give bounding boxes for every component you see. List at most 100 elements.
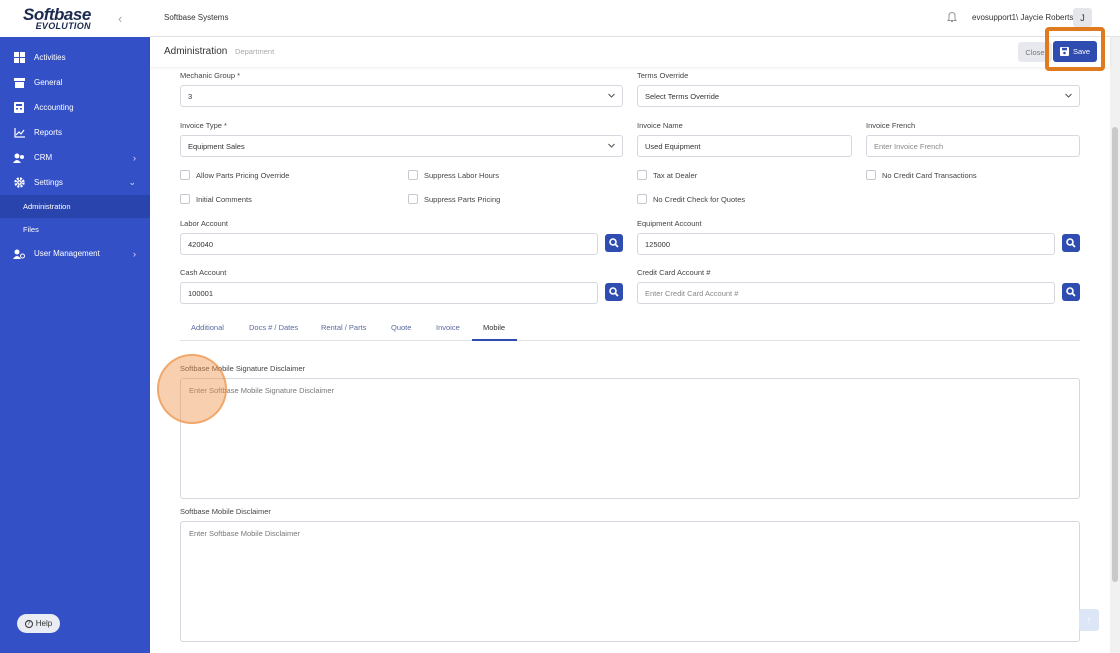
tab-invoice[interactable]: Invoice [436,323,460,332]
search-icon [609,238,619,248]
checkbox-label: Tax at Dealer [653,170,698,180]
help-label: Help [35,619,53,628]
checkbox-box[interactable] [637,194,647,204]
sidebar-item-label: CRM [34,153,53,162]
initial-comments-checkbox[interactable]: Initial Comments [180,194,252,204]
allow-parts-pricing-override-checkbox[interactable]: Allow Parts Pricing Override [180,170,289,180]
collapse-sidebar-icon[interactable]: ‹ [118,11,122,26]
form-content: Mechanic Group * 3 Terms Override Select… [150,67,1110,653]
checkbox-box[interactable] [637,170,647,180]
box-icon [13,77,25,89]
suppress-labor-hours-checkbox[interactable]: Suppress Labor Hours [408,170,499,180]
checkbox-box[interactable] [408,170,418,180]
credit-card-account-search-button[interactable] [1062,283,1080,301]
checkbox-box[interactable] [180,194,190,204]
page-title: Administration [164,46,228,57]
floppy-icon [1059,47,1069,56]
no-credit-check-for-quotes-checkbox[interactable]: No Credit Check for Quotes [637,194,745,204]
terms-override-select[interactable]: Select Terms Override [637,85,1080,107]
grid-icon [13,52,25,64]
mobile-disclaimer-label: Softbase Mobile Disclaimer [180,507,271,516]
invoice-name-input[interactable]: Used Equipment [637,135,852,157]
sidebar-item-administration[interactable]: Administration [0,195,150,218]
save-button[interactable]: Save [1053,41,1097,62]
checkbox-label: Initial Comments [196,194,252,204]
user-cog-icon [13,248,25,260]
chevron-down-icon [607,91,616,102]
checkbox-box[interactable] [180,170,190,180]
suppress-parts-pricing-checkbox[interactable]: Suppress Parts Pricing [408,194,500,204]
signature-disclaimer-textarea[interactable]: Enter Softbase Mobile Signature Disclaim… [180,378,1080,499]
terms-override-label: Terms Override [637,71,689,80]
logo-area: Softbase EVOLUTION ‹ [0,0,150,37]
no-credit-card-transactions-checkbox[interactable]: No Credit Card Transactions [866,170,977,180]
mechanic-group-value: 3 [188,91,193,101]
question-icon: ? [24,619,33,628]
chevron-down-icon: ⌄ [128,177,136,187]
checkbox-label: No Credit Check for Quotes [653,194,746,204]
credit-card-account-input[interactable]: Enter Credit Card Account # [637,282,1055,304]
chevron-right-icon: › [133,152,136,163]
sidebar-item-reports[interactable]: Reports [0,120,150,145]
tab-additional[interactable]: Additional [191,323,224,332]
avatar[interactable]: J [1073,8,1092,27]
save-label: Save [1072,47,1091,56]
invoice-type-value: Equipment Sales [188,141,245,151]
scrollbar-thumb[interactable] [1112,127,1118,582]
chart-icon [13,127,25,139]
user-name[interactable]: evosupport1\ Jaycie Roberts [972,13,1073,22]
sidebar-item-general[interactable]: General [0,70,150,95]
softbase-logo[interactable]: Softbase EVOLUTION [23,6,91,31]
checkbox-label: Allow Parts Pricing Override [196,170,290,180]
invoice-french-input[interactable]: Enter Invoice French [866,135,1080,157]
labor-account-search-button[interactable] [605,234,623,252]
company-name: Softbase Systems [164,13,229,22]
help-button[interactable]: ? Help [17,614,60,633]
users-icon [13,152,25,164]
active-tab-indicator [472,339,517,341]
bell-icon[interactable] [947,11,957,25]
sidebar-item-accounting[interactable]: Accounting [0,95,150,120]
chevron-right-icon: › [133,248,136,259]
arrow-up-icon: ↑ [1086,615,1092,625]
equipment-account-search-button[interactable] [1062,234,1080,252]
equipment-account-input[interactable]: 125000 [637,233,1055,255]
credit-card-account-label: Credit Card Account # [637,268,711,277]
checkbox-box[interactable] [408,194,418,204]
tab-mobile[interactable]: Mobile [483,323,505,332]
labor-account-input[interactable]: 420040 [180,233,598,255]
sidebar-nav: Activities General Accounting Reports CR… [0,37,150,266]
sidebar-item-user-management[interactable]: User Management › [0,241,150,266]
sidebar-item-activities[interactable]: Activities [0,45,150,70]
tab-quote[interactable]: Quote [391,323,411,332]
sidebar-item-label: User Management [34,249,100,258]
cash-account-label: Cash Account [180,268,227,277]
page-subtitle: Department [235,47,275,56]
checkbox-box[interactable] [866,170,876,180]
mobile-disclaimer-textarea[interactable]: Enter Softbase Mobile Disclaimer [180,521,1080,642]
cash-account-search-button[interactable] [605,283,623,301]
tab-bar: Additional Docs # / Dates Rental / Parts… [180,317,1080,341]
sidebar-item-label: Settings [34,178,63,187]
sidebar-item-files[interactable]: Files [0,218,150,241]
click-indicator [157,354,227,424]
tab-docs-dates[interactable]: Docs # / Dates [249,323,298,332]
tax-at-dealer-checkbox[interactable]: Tax at Dealer [637,170,697,180]
sidebar-item-label: Reports [34,128,63,137]
chevron-down-icon [1064,91,1073,102]
invoice-type-select[interactable]: Equipment Sales [180,135,623,157]
mechanic-group-label: Mechanic Group * [180,71,241,80]
tab-rental-parts[interactable]: Rental / Parts [321,323,366,332]
sidebar-item-label: General [34,78,63,87]
sidebar-item-settings[interactable]: Settings ⌄ [0,170,150,195]
scroll-to-top-button[interactable]: ↑ [1079,609,1099,631]
sidebar-item-crm[interactable]: CRM › [0,145,150,170]
cash-account-input[interactable]: 100001 [180,282,598,304]
sidebar-item-label: Administration [23,202,71,211]
topbar: Softbase Systems evosupport1\ Jaycie Rob… [150,0,1120,37]
checkbox-label: Suppress Labor Hours [424,170,500,180]
invoice-name-label: Invoice Name [637,121,683,130]
mechanic-group-select[interactable]: 3 [180,85,623,107]
search-icon [609,287,619,297]
terms-override-value: Select Terms Override [645,91,720,101]
